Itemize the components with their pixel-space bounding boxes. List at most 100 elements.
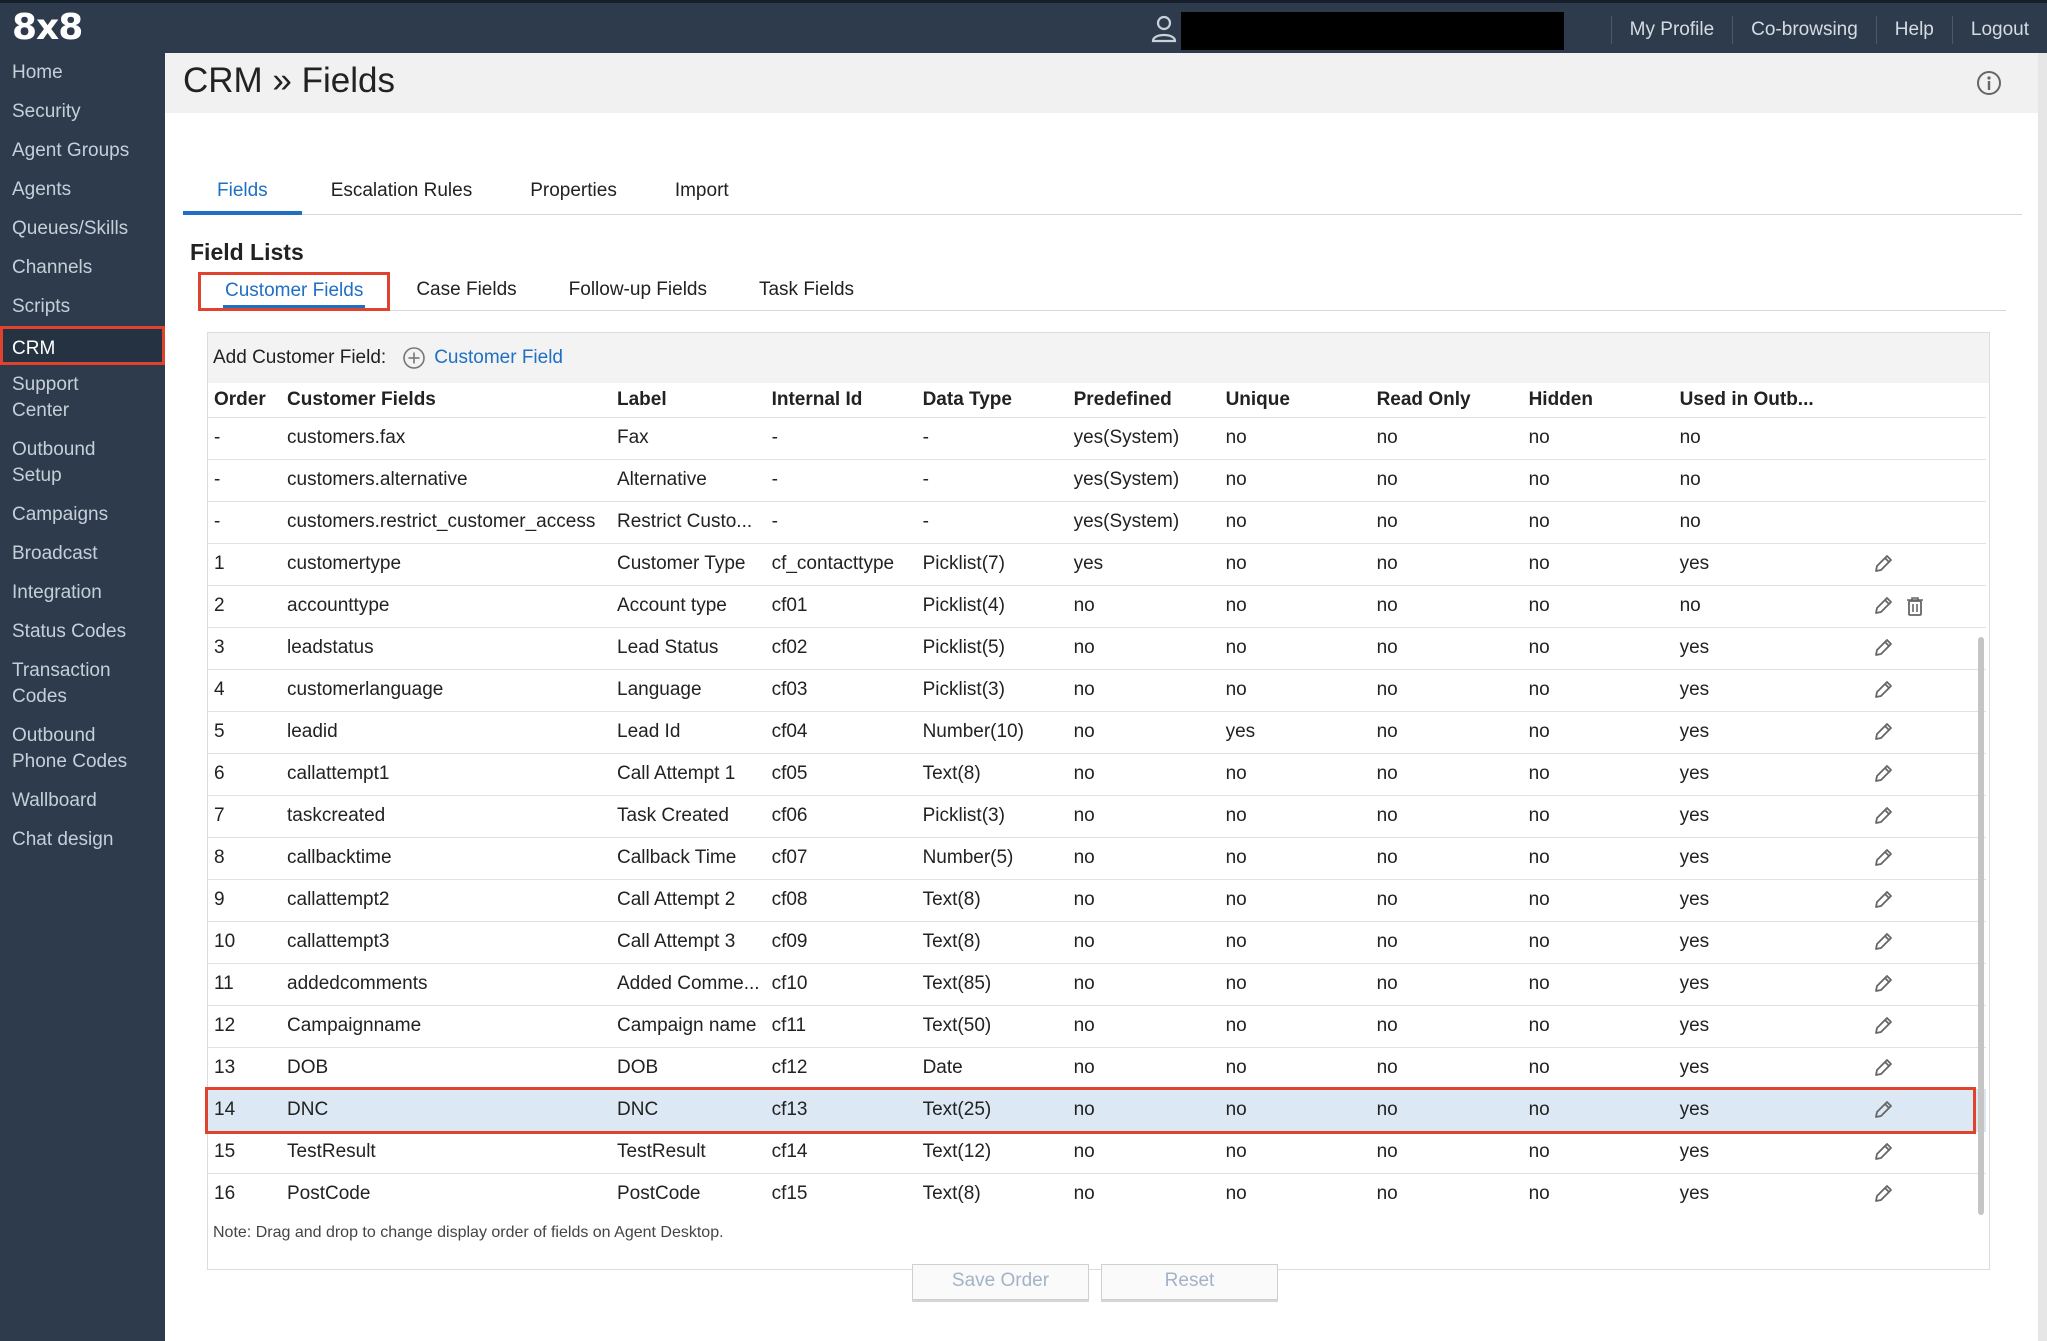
cell-hidden: no (1522, 1046, 1674, 1089)
col-header-hidden[interactable]: Hidden (1523, 383, 1674, 417)
pencil-icon[interactable] (1872, 931, 1894, 953)
sidebar-item-channels[interactable]: Channels (0, 248, 165, 287)
cell-order: 2 (208, 584, 281, 627)
col-header-used-in-outbound[interactable]: Used in Outb... (1674, 383, 1856, 417)
pencil-icon[interactable] (1872, 1183, 1894, 1205)
table-row[interactable]: 1 customertype Customer Type cf_contacttype… (208, 542, 1986, 585)
table-row[interactable]: 2 accounttype Account type cf01 Picklist(4) n… (208, 584, 1986, 627)
sidebar-item-broadcast[interactable]: Broadcast (0, 534, 165, 573)
page-scrollbar[interactable] (2038, 53, 2047, 1341)
sidebar-item-agent-groups[interactable]: Agent Groups (0, 131, 165, 170)
user-icon[interactable] (1151, 15, 1177, 43)
col-header-internal-id[interactable]: Internal Id (766, 383, 917, 417)
reset-button[interactable]: Reset (1101, 1264, 1278, 1300)
table-row[interactable]: 5 leadid Lead Id cf04 Number(10) no yes no no yes (208, 710, 1986, 753)
drag-drop-note: Note: Drag and drop to change display or… (213, 1224, 724, 1241)
tab-customer-fields[interactable]: Customer Fields (198, 272, 391, 311)
cell-customer-field: PostCode (281, 1172, 611, 1215)
table-row[interactable]: - customers.alternative Alternative - - yes(S… (208, 458, 1986, 501)
cell-unique: no (1219, 962, 1371, 1005)
col-header-data-type[interactable]: Data Type (917, 383, 1068, 417)
table-row[interactable]: 9 callattempt2 Call Attempt 2 cf08 Text(8) no… (208, 878, 1986, 921)
sidebar-item-scripts[interactable]: Scripts (0, 287, 165, 326)
sidebar-item-transaction-codes[interactable]: Transaction Codes (0, 651, 130, 716)
col-header-label[interactable]: Label (611, 383, 766, 417)
sidebar-item-security[interactable]: Security (0, 92, 165, 131)
sidebar-item-support-center[interactable]: Support Center (0, 365, 120, 430)
tab-case-fields[interactable]: Case Fields (390, 272, 542, 311)
cell-customer-field: TestResult (281, 1130, 611, 1173)
tab-properties[interactable]: Properties (501, 175, 646, 215)
sidebar-item-home[interactable]: Home (0, 53, 165, 92)
save-order-button[interactable]: Save Order (912, 1264, 1089, 1300)
pencil-icon[interactable] (1872, 721, 1894, 743)
trash-icon[interactable] (1904, 595, 1926, 617)
cell-read-only: no (1370, 1046, 1523, 1089)
cell-data-type: Text(85) (916, 962, 1068, 1005)
field-list-tabs: Customer Fields Case Fields Follow-up Fi… (198, 272, 2006, 311)
table-row[interactable]: 8 callbacktime Callback Time cf07 Number(5) n… (208, 836, 1986, 879)
sidebar-item-outbound-phone-codes[interactable]: Outbound Phone Codes (0, 716, 150, 781)
pencil-icon[interactable] (1872, 553, 1894, 575)
sidebar-item-queues-skills[interactable]: Queues/Skills (0, 209, 165, 248)
table-row[interactable]: - customers.fax Fax - - yes(System) no no no no (208, 416, 1986, 459)
cell-predefined: yes (1067, 542, 1220, 585)
pencil-icon[interactable] (1872, 847, 1894, 869)
sidebar-item-integration[interactable]: Integration (0, 573, 165, 612)
col-header-order[interactable]: Order (208, 383, 281, 417)
table-row[interactable]: - customers.restrict_customer_access Restr… (208, 500, 1986, 543)
sidebar-item-crm[interactable]: CRM (0, 326, 165, 365)
cell-data-type: Picklist(4) (916, 584, 1068, 627)
logout-link[interactable]: Logout (1951, 15, 2047, 44)
pencil-icon[interactable] (1872, 1099, 1894, 1121)
table-row[interactable]: 7 taskcreated Task Created cf06 Picklist(3) n… (208, 794, 1986, 837)
info-icon[interactable] (1975, 69, 2003, 97)
sidebar-item-status-codes[interactable]: Status Codes (0, 612, 165, 651)
table-row[interactable]: 15 TestResult TestResult cf14 Text(12) no no no… (208, 1130, 1986, 1173)
tab-import[interactable]: Import (646, 175, 758, 215)
table-row[interactable]: 12 Campaignname Campaign name cf11 Text(50) n… (208, 1004, 1986, 1047)
co-browsing-link[interactable]: Co-browsing (1732, 15, 1876, 44)
pencil-icon[interactable] (1872, 889, 1894, 911)
pencil-icon[interactable] (1872, 1057, 1894, 1079)
cell-actions (1855, 668, 1986, 711)
table-row[interactable]: 13 DOB DOB cf12 Date no no no no yes (208, 1046, 1986, 1089)
table-row[interactable]: 11 addedcomments Added Comme... cf10 Text(85… (208, 962, 1986, 1005)
my-profile-link[interactable]: My Profile (1610, 15, 1732, 44)
cell-label: DNC (611, 1088, 766, 1131)
pencil-icon[interactable] (1872, 1015, 1894, 1037)
pencil-icon[interactable] (1872, 1141, 1894, 1163)
pencil-icon[interactable] (1872, 805, 1894, 827)
sidebar-item-agents[interactable]: Agents (0, 170, 165, 209)
table-row[interactable]: 6 callattempt1 Call Attempt 1 cf05 Text(8) no… (208, 752, 1986, 795)
tab-task-fields[interactable]: Task Fields (733, 272, 880, 311)
table-row[interactable]: 3 leadstatus Lead Status cf02 Picklist(5) no n… (208, 626, 1986, 669)
pencil-icon[interactable] (1872, 637, 1894, 659)
col-header-predefined[interactable]: Predefined (1068, 383, 1220, 417)
tab-escalation-rules[interactable]: Escalation Rules (302, 175, 502, 215)
sidebar-item-campaigns[interactable]: Campaigns (0, 495, 165, 534)
cell-data-type: Number(5) (916, 836, 1068, 879)
table-row[interactable]: 10 callattempt3 Call Attempt 3 cf09 Text(8) n… (208, 920, 1986, 963)
pencil-icon[interactable] (1872, 595, 1894, 617)
sidebar-item-chat-design[interactable]: Chat design (0, 820, 165, 859)
table-row[interactable]: 16 PostCode PostCode cf15 Text(8) no no no no yes (208, 1172, 1986, 1215)
cell-label: Call Attempt 3 (611, 920, 766, 963)
table-row[interactable]: 14 DNC DNC cf13 Text(25) no no no no yes (208, 1088, 1986, 1131)
pencil-icon[interactable] (1872, 763, 1894, 785)
pencil-icon[interactable] (1872, 973, 1894, 995)
col-header-read-only[interactable]: Read Only (1371, 383, 1523, 417)
sidebar-item-wallboard[interactable]: Wallboard (0, 781, 165, 820)
tab-follow-up-fields[interactable]: Follow-up Fields (543, 272, 733, 311)
cell-customer-field: customerlanguage (281, 668, 611, 711)
cell-unique: no (1219, 668, 1371, 711)
col-header-unique[interactable]: Unique (1220, 383, 1371, 417)
table-scrollbar[interactable] (1978, 637, 1984, 1215)
add-customer-field-button[interactable]: Customer Field (402, 346, 563, 370)
pencil-icon[interactable] (1872, 679, 1894, 701)
table-row[interactable]: 4 customerlanguage Language cf03 Picklist(3)… (208, 668, 1986, 711)
sidebar-item-outbound-setup[interactable]: Outbound Setup (0, 430, 120, 495)
help-link[interactable]: Help (1875, 15, 1952, 44)
col-header-customer-fields[interactable]: Customer Fields (281, 383, 611, 417)
tab-fields[interactable]: Fields (183, 175, 302, 215)
